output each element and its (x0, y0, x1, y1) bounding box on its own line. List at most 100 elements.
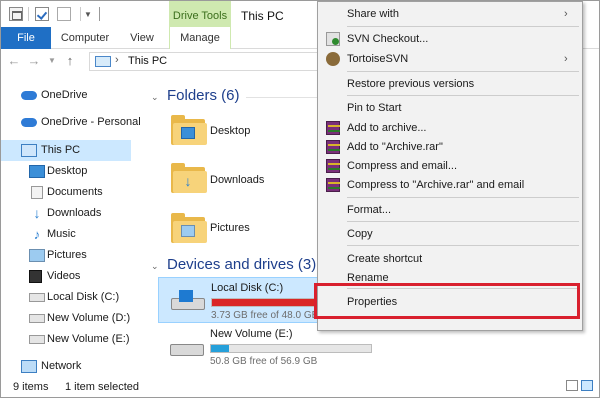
up-arrow-icon[interactable]: ↑ (63, 54, 77, 68)
sidebar-item-label: OneDrive (41, 89, 88, 101)
tab-file[interactable]: File (1, 27, 51, 49)
sidebar-item-label: Local Disk (C:) (47, 291, 120, 303)
tortoisesvn-icon (326, 52, 340, 66)
submenu-arrow-icon: › (564, 8, 568, 20)
menu-item-tortoisesvn[interactable]: TortoiseSVN › (318, 48, 582, 70)
collapse-chevron-icon[interactable]: ⌄ (151, 261, 159, 272)
large-icons-view-icon[interactable] (581, 380, 593, 391)
menu-item-label: Pin to Start (347, 102, 402, 114)
back-arrow-icon[interactable]: ← (7, 54, 21, 68)
sidebar-item-new-volume-d[interactable]: New Volume (D:) (1, 308, 131, 329)
sidebar-item-pictures[interactable]: Pictures (1, 245, 131, 266)
sidebar-item-this-pc[interactable]: This PC (1, 140, 131, 161)
sidebar-item-label: Network (41, 360, 82, 372)
checkmark-quick-access-icon[interactable] (35, 7, 49, 21)
sidebar-item-label: Music (47, 228, 76, 240)
context-menu: Share with › SVN Checkout... TortoiseSVN… (317, 1, 583, 331)
explorer-window: ▼ Drive Tools This PC File Computer View… (0, 0, 600, 398)
download-badge-icon: ↓ (184, 173, 192, 189)
drive-icon (170, 336, 204, 358)
cloud-icon (21, 118, 37, 127)
network-icon (21, 360, 37, 373)
sidebar-item-label: New Volume (D:) (47, 312, 131, 324)
recent-locations-chevron-icon[interactable]: ▼ (45, 54, 59, 68)
sidebar-item-local-disk-c[interactable]: Local Disk (C:) (1, 287, 131, 308)
menu-separator (347, 95, 579, 96)
tab-view[interactable]: View (125, 27, 159, 49)
folders-group-header[interactable]: ⌄ Folders (6) (151, 87, 240, 104)
pictures-icon (29, 249, 45, 262)
status-bar: 9 items 1 item selected (1, 375, 599, 397)
toolbar-divider (80, 7, 81, 21)
breadcrumb[interactable]: This PC (128, 55, 167, 67)
cloud-icon (21, 91, 37, 100)
sidebar-item-documents[interactable]: Documents (1, 182, 131, 203)
breadcrumb-chevron-icon[interactable]: › (115, 54, 119, 66)
pictures-badge-icon (181, 225, 195, 237)
sidebar-item-downloads[interactable]: ↓ Downloads (1, 203, 131, 224)
desktop-badge-icon (181, 127, 195, 139)
drive-usage-bar (210, 344, 372, 353)
tab-computer[interactable]: Computer (59, 27, 111, 49)
pictures-folder-icon[interactable] (171, 211, 209, 243)
menu-item-svn-checkout[interactable]: SVN Checkout... (318, 28, 582, 50)
forward-arrow-icon[interactable]: → (27, 54, 41, 68)
new-folder-quick-access-icon[interactable] (57, 7, 71, 21)
menu-item-copy[interactable]: Copy (318, 223, 582, 245)
drive-name: Local Disk (C:) (211, 282, 284, 294)
sidebar-item-network[interactable]: Network (1, 356, 131, 377)
sidebar-item-label: OneDrive - Personal (41, 116, 141, 128)
menu-item-label: TortoiseSVN (347, 53, 409, 65)
sidebar-item-label: Desktop (47, 165, 88, 177)
collapse-chevron-icon[interactable]: ⌄ (151, 92, 159, 103)
address-bar[interactable]: › This PC (89, 52, 339, 71)
sidebar-item-label: Pictures (47, 249, 87, 261)
folder-label-pictures[interactable]: Pictures (210, 222, 250, 234)
menu-separator (347, 26, 579, 27)
tab-manage[interactable]: Manage (169, 27, 231, 49)
sidebar-item-label: Downloads (47, 207, 102, 219)
menu-item-restore-previous-versions[interactable]: Restore previous versions (318, 73, 582, 95)
drives-group-header[interactable]: ⌄ Devices and drives (3) (151, 256, 317, 273)
properties-highlight-box (314, 283, 580, 319)
group-title: Devices and drives (3) (167, 256, 317, 273)
group-title: Folders (6) (167, 87, 240, 104)
sidebar-item-onedrive-personal[interactable]: OneDrive - Personal (1, 112, 141, 133)
sidebar-item-label: Videos (47, 270, 81, 282)
sidebar-item-music[interactable]: ♪ Music (1, 224, 131, 245)
properties-quick-access-icon[interactable] (9, 7, 23, 21)
group-divider (246, 97, 326, 98)
drive-free-space: 3.73 GB free of 48.0 GB (211, 310, 319, 321)
menu-item-pin-to-start[interactable]: Pin to Start (318, 97, 582, 119)
customize-quick-access-chevron-icon[interactable]: ▼ (84, 10, 92, 19)
drive-icon (29, 335, 45, 344)
desktop-folder-icon[interactable] (171, 113, 209, 145)
downloads-folder-icon[interactable]: ↓ (171, 161, 209, 193)
menu-item-label: Compress to "Archive.rar" and email (347, 179, 525, 191)
menu-separator (347, 71, 579, 72)
menu-item-share-with[interactable]: Share with › (318, 3, 582, 25)
videos-icon (29, 270, 42, 283)
folder-label-desktop[interactable]: Desktop (210, 125, 250, 137)
sidebar-item-label: New Volume (E:) (47, 333, 130, 345)
sidebar-item-desktop[interactable]: Desktop (1, 161, 131, 182)
sidebar-item-label: Documents (47, 186, 103, 198)
sidebar-item-new-volume-e[interactable]: New Volume (E:) (1, 329, 131, 350)
menu-item-label: Copy (347, 228, 373, 240)
winrar-icon (326, 159, 340, 173)
drive-free-space: 50.8 GB free of 56.9 GB (210, 356, 318, 367)
menu-item-label: Format... (347, 204, 392, 216)
folder-label-downloads[interactable]: Downloads (210, 174, 264, 186)
toolbar-divider (99, 7, 100, 21)
winrar-icon (326, 140, 340, 154)
details-view-icon[interactable] (566, 380, 578, 391)
menu-item-label: Share with (347, 8, 399, 20)
svn-checkout-icon (326, 32, 340, 46)
menu-item-compress-to-archive-and-email[interactable]: Compress to "Archive.rar" and email (318, 174, 582, 196)
menu-item-format[interactable]: Format... (318, 199, 582, 221)
sidebar-item-onedrive[interactable]: OneDrive (1, 85, 131, 106)
winrar-icon (326, 178, 340, 192)
menu-separator (347, 221, 579, 222)
drive-icon (29, 293, 45, 302)
sidebar-item-videos[interactable]: Videos (1, 266, 131, 287)
